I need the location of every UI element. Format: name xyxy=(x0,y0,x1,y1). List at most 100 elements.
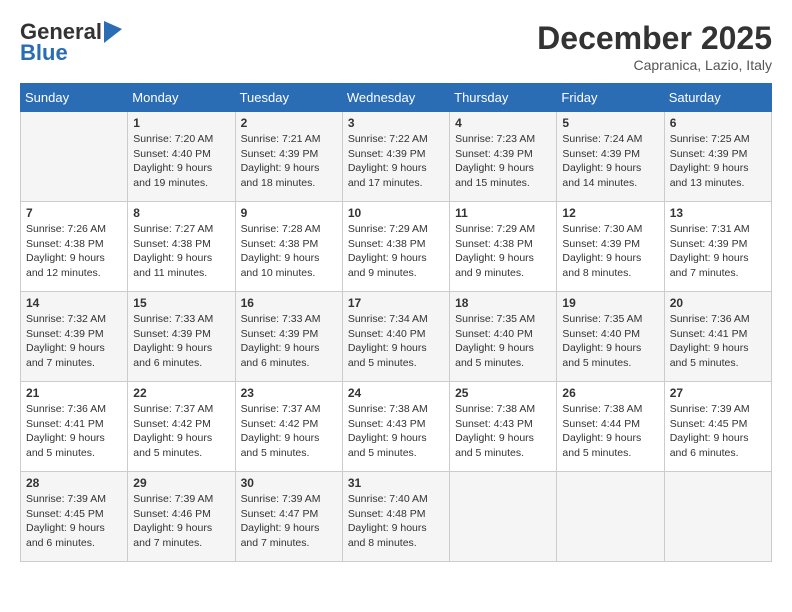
column-header-monday: Monday xyxy=(128,84,235,112)
calendar-cell: 5Sunrise: 7:24 AM Sunset: 4:39 PM Daylig… xyxy=(557,112,664,202)
calendar-cell: 1Sunrise: 7:20 AM Sunset: 4:40 PM Daylig… xyxy=(128,112,235,202)
day-number: 3 xyxy=(348,116,444,130)
day-number: 18 xyxy=(455,296,551,310)
day-number: 4 xyxy=(455,116,551,130)
day-number: 21 xyxy=(26,386,122,400)
calendar-cell: 12 Sunrise: 7:30 AM Sunset: 4:39 PM Dayli… xyxy=(557,202,664,292)
day-info: Sunrise: 7:39 AM Sunset: 4:47 PM Dayligh… xyxy=(241,492,337,551)
calendar-cell: 26Sunrise: 7:38 AM Sunset: 4:44 PM Dayli… xyxy=(557,382,664,472)
calendar-cell: 3 Sunrise: 7:22 AM Sunset: 4:39 PM Daylig… xyxy=(342,112,449,202)
column-header-friday: Friday xyxy=(557,84,664,112)
day-info: Sunrise: 7:21 AM Sunset: 4:39 PM Dayligh… xyxy=(241,132,337,191)
day-info: Sunrise: 7:26 AM Sunset: 4:38 PM Dayligh… xyxy=(26,222,122,281)
day-info: Sunrise: 7:35 AM Sunset: 4:40 PM Dayligh… xyxy=(455,312,551,371)
calendar-cell: 7 Sunrise: 7:26 AM Sunset: 4:38 PM Daylig… xyxy=(21,202,128,292)
column-header-saturday: Saturday xyxy=(664,84,771,112)
calendar-cell: 21 Sunrise: 7:36 AM Sunset: 4:41 PM Dayli… xyxy=(21,382,128,472)
header-row: SundayMondayTuesdayWednesdayThursdayFrid… xyxy=(21,84,772,112)
calendar-cell: 2 Sunrise: 7:21 AM Sunset: 4:39 PM Daylig… xyxy=(235,112,342,202)
day-info: Sunrise: 7:37 AM Sunset: 4:42 PM Dayligh… xyxy=(133,402,229,461)
day-number: 26 xyxy=(562,386,658,400)
day-info: Sunrise: 7:39 AM Sunset: 4:45 PM Dayligh… xyxy=(670,402,766,461)
location-subtitle: Capranica, Lazio, Italy xyxy=(537,57,772,73)
day-info: Sunrise: 7:29 AM Sunset: 4:38 PM Dayligh… xyxy=(348,222,444,281)
day-info: Sunrise: 7:38 AM Sunset: 4:43 PM Dayligh… xyxy=(348,402,444,461)
calendar-cell: 15Sunrise: 7:33 AM Sunset: 4:39 PM Dayli… xyxy=(128,292,235,382)
day-number: 9 xyxy=(241,206,337,220)
calendar-table: SundayMondayTuesdayWednesdayThursdayFrid… xyxy=(20,83,772,562)
logo: General Blue xyxy=(20,20,122,66)
calendar-cell xyxy=(557,472,664,562)
logo-icon xyxy=(104,21,122,43)
calendar-cell: 6 Sunrise: 7:25 AM Sunset: 4:39 PM Daylig… xyxy=(664,112,771,202)
day-info: Sunrise: 7:36 AM Sunset: 4:41 PM Dayligh… xyxy=(26,402,122,461)
day-info: Sunrise: 7:24 AM Sunset: 4:39 PM Dayligh… xyxy=(562,132,658,191)
calendar-cell: 27 Sunrise: 7:39 AM Sunset: 4:45 PM Dayli… xyxy=(664,382,771,472)
calendar-cell: 11Sunrise: 7:29 AM Sunset: 4:38 PM Dayli… xyxy=(450,202,557,292)
title-section: December 2025 Capranica, Lazio, Italy xyxy=(537,20,772,73)
day-info: Sunrise: 7:36 AM Sunset: 4:41 PM Dayligh… xyxy=(670,312,766,371)
calendar-body: 1Sunrise: 7:20 AM Sunset: 4:40 PM Daylig… xyxy=(21,112,772,562)
day-info: Sunrise: 7:23 AM Sunset: 4:39 PM Dayligh… xyxy=(455,132,551,191)
day-number: 15 xyxy=(133,296,229,310)
day-number: 25 xyxy=(455,386,551,400)
calendar-week-4: 28Sunrise: 7:39 AM Sunset: 4:45 PM Dayli… xyxy=(21,472,772,562)
column-header-wednesday: Wednesday xyxy=(342,84,449,112)
calendar-cell: 8 Sunrise: 7:27 AM Sunset: 4:38 PM Daylig… xyxy=(128,202,235,292)
calendar-cell: 4 Sunrise: 7:23 AM Sunset: 4:39 PM Daylig… xyxy=(450,112,557,202)
page-header: General Blue December 2025 Capranica, La… xyxy=(20,20,772,73)
day-number: 12 xyxy=(562,206,658,220)
day-number: 10 xyxy=(348,206,444,220)
calendar-week-3: 21 Sunrise: 7:36 AM Sunset: 4:41 PM Dayli… xyxy=(21,382,772,472)
day-number: 20 xyxy=(670,296,766,310)
calendar-cell: 25Sunrise: 7:38 AM Sunset: 4:43 PM Dayli… xyxy=(450,382,557,472)
day-info: Sunrise: 7:29 AM Sunset: 4:38 PM Dayligh… xyxy=(455,222,551,281)
day-number: 19 xyxy=(562,296,658,310)
day-info: Sunrise: 7:31 AM Sunset: 4:39 PM Dayligh… xyxy=(670,222,766,281)
day-number: 6 xyxy=(670,116,766,130)
calendar-cell: 16Sunrise: 7:33 AM Sunset: 4:39 PM Dayli… xyxy=(235,292,342,382)
calendar-cell: 24 Sunrise: 7:38 AM Sunset: 4:43 PM Dayli… xyxy=(342,382,449,472)
day-info: Sunrise: 7:25 AM Sunset: 4:39 PM Dayligh… xyxy=(670,132,766,191)
calendar-cell xyxy=(664,472,771,562)
calendar-week-2: 14Sunrise: 7:32 AM Sunset: 4:39 PM Dayli… xyxy=(21,292,772,382)
day-number: 29 xyxy=(133,476,229,490)
day-info: Sunrise: 7:35 AM Sunset: 4:40 PM Dayligh… xyxy=(562,312,658,371)
day-number: 7 xyxy=(26,206,122,220)
day-info: Sunrise: 7:20 AM Sunset: 4:40 PM Dayligh… xyxy=(133,132,229,191)
calendar-cell: 10 Sunrise: 7:29 AM Sunset: 4:38 PM Dayli… xyxy=(342,202,449,292)
day-number: 8 xyxy=(133,206,229,220)
day-number: 22 xyxy=(133,386,229,400)
day-info: Sunrise: 7:37 AM Sunset: 4:42 PM Dayligh… xyxy=(241,402,337,461)
calendar-cell: 22 Sunrise: 7:37 AM Sunset: 4:42 PM Dayli… xyxy=(128,382,235,472)
day-info: Sunrise: 7:27 AM Sunset: 4:38 PM Dayligh… xyxy=(133,222,229,281)
calendar-week-0: 1Sunrise: 7:20 AM Sunset: 4:40 PM Daylig… xyxy=(21,112,772,202)
day-number: 24 xyxy=(348,386,444,400)
month-title: December 2025 xyxy=(537,20,772,57)
day-number: 30 xyxy=(241,476,337,490)
day-info: Sunrise: 7:40 AM Sunset: 4:48 PM Dayligh… xyxy=(348,492,444,551)
day-number: 2 xyxy=(241,116,337,130)
calendar-cell: 28Sunrise: 7:39 AM Sunset: 4:45 PM Dayli… xyxy=(21,472,128,562)
day-number: 23 xyxy=(241,386,337,400)
column-header-sunday: Sunday xyxy=(21,84,128,112)
day-info: Sunrise: 7:30 AM Sunset: 4:39 PM Dayligh… xyxy=(562,222,658,281)
calendar-cell xyxy=(21,112,128,202)
day-info: Sunrise: 7:39 AM Sunset: 4:46 PM Dayligh… xyxy=(133,492,229,551)
calendar-cell: 14Sunrise: 7:32 AM Sunset: 4:39 PM Dayli… xyxy=(21,292,128,382)
day-number: 27 xyxy=(670,386,766,400)
day-number: 16 xyxy=(241,296,337,310)
day-number: 13 xyxy=(670,206,766,220)
day-number: 31 xyxy=(348,476,444,490)
calendar-cell: 29 Sunrise: 7:39 AM Sunset: 4:46 PM Dayli… xyxy=(128,472,235,562)
day-number: 28 xyxy=(26,476,122,490)
calendar-cell: 13 Sunrise: 7:31 AM Sunset: 4:39 PM Dayli… xyxy=(664,202,771,292)
calendar-header: SundayMondayTuesdayWednesdayThursdayFrid… xyxy=(21,84,772,112)
day-number: 14 xyxy=(26,296,122,310)
calendar-cell: 18 Sunrise: 7:35 AM Sunset: 4:40 PM Dayli… xyxy=(450,292,557,382)
day-info: Sunrise: 7:28 AM Sunset: 4:38 PM Dayligh… xyxy=(241,222,337,281)
day-info: Sunrise: 7:22 AM Sunset: 4:39 PM Dayligh… xyxy=(348,132,444,191)
calendar-cell: 17Sunrise: 7:34 AM Sunset: 4:40 PM Dayli… xyxy=(342,292,449,382)
calendar-week-1: 7 Sunrise: 7:26 AM Sunset: 4:38 PM Daylig… xyxy=(21,202,772,292)
day-info: Sunrise: 7:34 AM Sunset: 4:40 PM Dayligh… xyxy=(348,312,444,371)
